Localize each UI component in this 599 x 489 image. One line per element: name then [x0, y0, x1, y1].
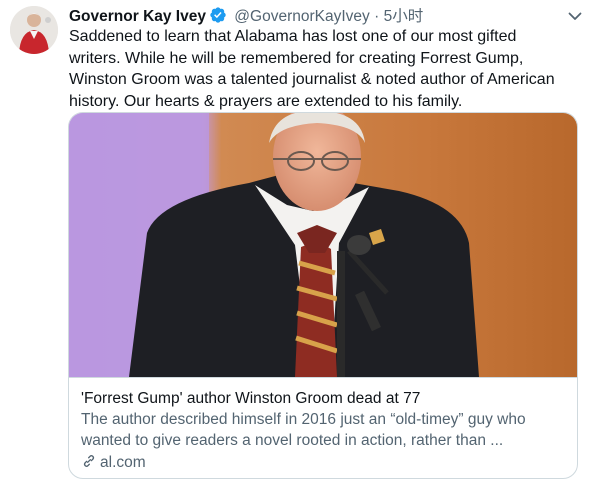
- tweet: Governor Kay Ivey @GovernorKayIvey · 5小时…: [0, 0, 599, 489]
- author-name[interactable]: Governor Kay Ivey: [69, 8, 206, 25]
- chevron-down-icon: [568, 12, 582, 20]
- link-card[interactable]: 'Forrest Gump' author Winston Groom dead…: [68, 112, 578, 479]
- card-description: The author described himself in 2016 jus…: [81, 411, 526, 449]
- avatar[interactable]: [10, 6, 58, 54]
- card-image: [69, 113, 577, 377]
- tweet-text: Saddened to learn that Alabama has lost …: [69, 28, 555, 110]
- avatar-image: [10, 6, 58, 54]
- author-handle[interactable]: @GovernorKayIvey: [234, 8, 369, 25]
- card-title[interactable]: 'Forrest Gump' author Winston Groom dead…: [81, 389, 420, 409]
- more-options-button[interactable]: [563, 4, 587, 28]
- verified-badge-icon: [209, 6, 227, 24]
- card-domain[interactable]: al.com: [81, 453, 146, 473]
- link-icon: [81, 453, 97, 469]
- tweet-header: Governor Kay Ivey @GovernorKayIvey · 5小时: [69, 6, 423, 26]
- tweet-timestamp[interactable]: 5小时: [384, 8, 424, 25]
- card-body: 'Forrest Gump' author Winston Groom dead…: [69, 377, 577, 478]
- card-domain-text: al.com: [100, 454, 146, 471]
- separator-dot: ·: [374, 8, 380, 25]
